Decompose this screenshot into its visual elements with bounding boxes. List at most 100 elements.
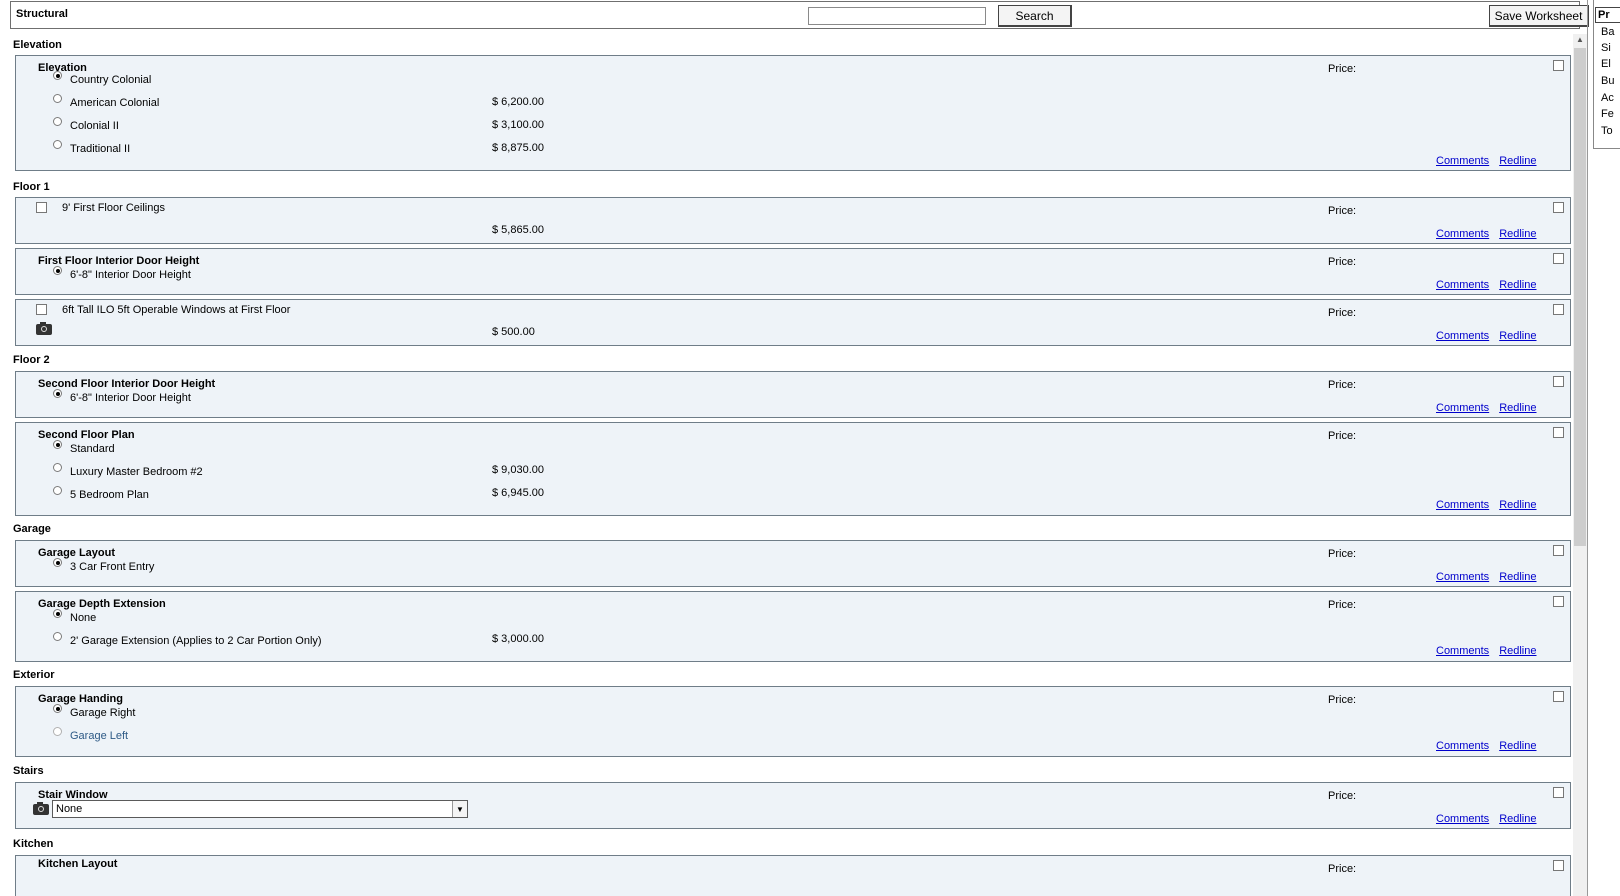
toolbar: Structural Search Save Worksheet xyxy=(10,1,1589,29)
option-checkbox[interactable] xyxy=(36,202,47,213)
option-card-second-floor-door: Second Floor Interior Door Height 6'-8" … xyxy=(15,371,1571,418)
select-checkbox[interactable] xyxy=(1553,427,1564,438)
radio-button[interactable] xyxy=(53,632,62,641)
option-links: Comments Redline xyxy=(1436,571,1537,583)
option-title: Second Floor Interior Door Height xyxy=(38,378,216,390)
choice-label: Garage Right xyxy=(70,706,136,719)
choice-row[interactable]: 6'-8" Interior Door Height xyxy=(53,266,191,281)
option-label: 9' First Floor Ceilings xyxy=(62,202,165,214)
choice-row[interactable]: 3 Car Front Entry xyxy=(53,558,154,573)
redline-link[interactable]: Redline xyxy=(1499,330,1536,342)
scrollbar-thumb[interactable] xyxy=(1574,48,1586,546)
search-button[interactable]: Search xyxy=(998,5,1072,27)
choice-row[interactable]: 6'-8" Interior Door Height xyxy=(53,389,191,404)
radio-button[interactable] xyxy=(53,609,62,618)
choice-row[interactable]: Garage Right xyxy=(53,704,136,719)
redline-link[interactable]: Redline xyxy=(1499,813,1536,825)
comments-link[interactable]: Comments xyxy=(1436,740,1489,752)
redline-link[interactable]: Redline xyxy=(1499,740,1536,752)
price-label: Price: xyxy=(1328,548,1357,560)
price-label: Price: xyxy=(1328,694,1357,706)
choice-row[interactable]: 2' Garage Extension (Applies to 2 Car Po… xyxy=(53,632,322,647)
select-checkbox[interactable] xyxy=(1553,202,1564,213)
option-card-second-floor-plan: Second Floor Plan Standard Luxury Master… xyxy=(15,422,1571,516)
redline-link[interactable]: Redline xyxy=(1499,645,1536,657)
choice-row[interactable]: Garage Left xyxy=(53,727,128,742)
option-checkbox[interactable] xyxy=(36,304,47,315)
chevron-down-icon[interactable]: ▼ xyxy=(452,801,467,817)
choice-label: Luxury Master Bedroom #2 xyxy=(70,465,203,478)
choice-price: $ 8,875.00 xyxy=(492,142,544,154)
radio-button[interactable] xyxy=(53,140,62,149)
select-checkbox[interactable] xyxy=(1553,60,1564,71)
choice-row[interactable]: Colonial II xyxy=(53,117,119,132)
camera-icon[interactable] xyxy=(33,802,49,815)
option-card-stair-window: Stair Window None ▼ Price: Comments Redl… xyxy=(15,782,1571,829)
option-card-garage-depth: Garage Depth Extension None 2' Garage Ex… xyxy=(15,591,1571,662)
radio-button[interactable] xyxy=(53,704,62,713)
option-card-ceilings: 9' First Floor Ceilings $ 5,865.00 Price… xyxy=(15,197,1571,244)
select-checkbox[interactable] xyxy=(1553,860,1564,871)
comments-link[interactable]: Comments xyxy=(1436,228,1489,240)
redline-link[interactable]: Redline xyxy=(1499,155,1536,167)
summary-item: El xyxy=(1601,58,1611,70)
redline-link[interactable]: Redline xyxy=(1499,228,1536,240)
scroll-up-icon[interactable]: ▲ xyxy=(1573,34,1587,46)
radio-button[interactable] xyxy=(53,389,62,398)
camera-icon[interactable] xyxy=(36,322,52,335)
options-scroll-area[interactable]: Elevation Elevation Country Colonial Ame… xyxy=(8,30,1582,896)
comments-link[interactable]: Comments xyxy=(1436,499,1489,511)
choice-row[interactable]: American Colonial xyxy=(53,94,160,109)
radio-button[interactable] xyxy=(53,727,62,736)
choice-row[interactable]: Luxury Master Bedroom #2 xyxy=(53,463,203,478)
select-checkbox[interactable] xyxy=(1553,304,1564,315)
option-links: Comments Redline xyxy=(1436,279,1537,291)
price-label: Price: xyxy=(1328,790,1357,802)
comments-link[interactable]: Comments xyxy=(1436,279,1489,291)
comments-link[interactable]: Comments xyxy=(1436,330,1489,342)
radio-button[interactable] xyxy=(53,266,62,275)
pane-divider[interactable] xyxy=(1587,0,1588,896)
select-checkbox[interactable] xyxy=(1553,596,1564,607)
redline-link[interactable]: Redline xyxy=(1499,499,1536,511)
radio-button[interactable] xyxy=(53,463,62,472)
choice-row[interactable]: Country Colonial xyxy=(53,71,152,86)
save-worksheet-button[interactable]: Save Worksheet xyxy=(1489,5,1589,27)
choice-price: $ 3,100.00 xyxy=(492,119,544,131)
choice-row[interactable]: Traditional II xyxy=(53,140,130,155)
comments-link[interactable]: Comments xyxy=(1436,155,1489,167)
radio-button[interactable] xyxy=(53,71,62,80)
radio-button[interactable] xyxy=(53,440,62,449)
vertical-scrollbar[interactable]: ▲ xyxy=(1573,34,1587,896)
select-checkbox[interactable] xyxy=(1553,376,1564,387)
choice-row[interactable]: Standard xyxy=(53,440,115,455)
choice-row[interactable]: None xyxy=(53,609,96,624)
redline-link[interactable]: Redline xyxy=(1499,279,1536,291)
redline-link[interactable]: Redline xyxy=(1499,402,1536,414)
summary-item: Ac xyxy=(1601,92,1614,104)
select-checkbox[interactable] xyxy=(1553,691,1564,702)
comments-link[interactable]: Comments xyxy=(1436,645,1489,657)
section-title: Structural xyxy=(16,8,68,20)
select-checkbox[interactable] xyxy=(1553,787,1564,798)
search-input[interactable] xyxy=(808,7,986,25)
choice-label: American Colonial xyxy=(70,96,160,109)
comments-link[interactable]: Comments xyxy=(1436,402,1489,414)
stair-window-select[interactable]: None ▼ xyxy=(52,800,468,818)
option-card-windows: 6ft Tall ILO 5ft Operable Windows at Fir… xyxy=(15,299,1571,346)
option-links: Comments Redline xyxy=(1436,228,1537,240)
choice-label: Country Colonial xyxy=(70,73,152,86)
select-checkbox[interactable] xyxy=(1553,545,1564,556)
choice-label: 2' Garage Extension (Applies to 2 Car Po… xyxy=(70,634,322,647)
radio-button[interactable] xyxy=(53,558,62,567)
radio-button[interactable] xyxy=(53,117,62,126)
comments-link[interactable]: Comments xyxy=(1436,813,1489,825)
category-heading: Kitchen xyxy=(13,838,54,850)
summary-heading: Pr xyxy=(1595,7,1620,23)
radio-button[interactable] xyxy=(53,94,62,103)
comments-link[interactable]: Comments xyxy=(1436,571,1489,583)
radio-button[interactable] xyxy=(53,486,62,495)
select-checkbox[interactable] xyxy=(1553,253,1564,264)
choice-row[interactable]: 5 Bedroom Plan xyxy=(53,486,149,501)
redline-link[interactable]: Redline xyxy=(1499,571,1536,583)
